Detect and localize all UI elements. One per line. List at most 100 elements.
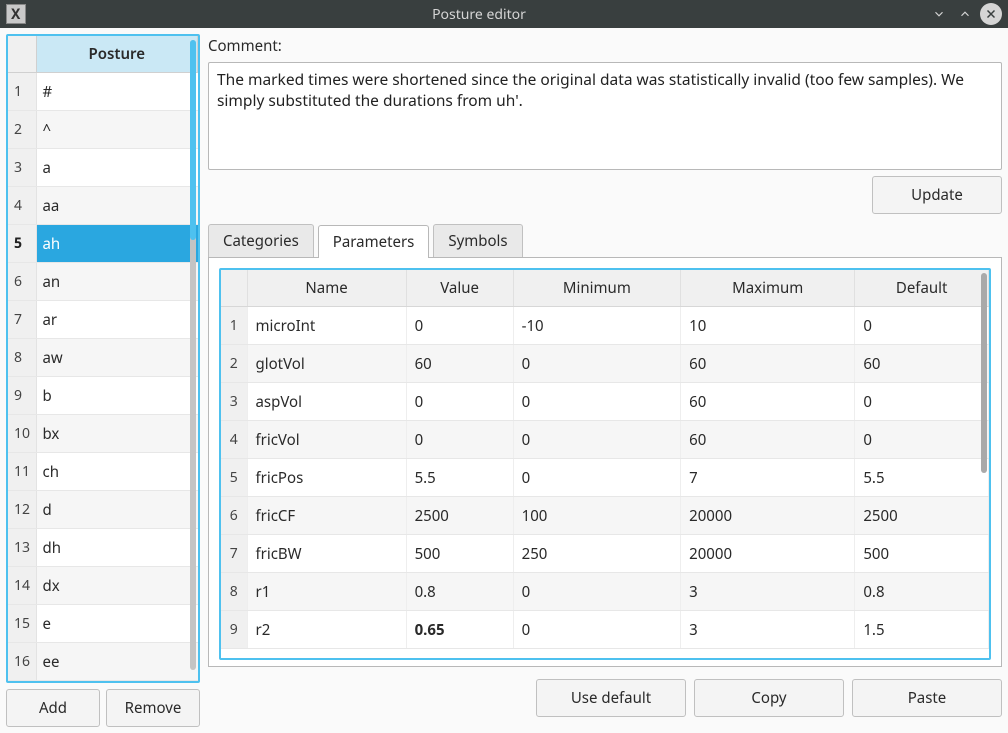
posture-row[interactable]: 2^ <box>8 111 198 149</box>
posture-row-name[interactable]: a <box>36 149 198 187</box>
param-cell-min[interactable]: 250 <box>513 535 681 573</box>
tab-symbols[interactable]: Symbols <box>433 224 522 257</box>
param-cell-max[interactable]: 3 <box>681 573 855 611</box>
paste-button[interactable]: Paste <box>852 679 1002 717</box>
param-cell-name[interactable]: fricCF <box>247 497 406 535</box>
posture-row[interactable]: 10bx <box>8 415 198 453</box>
param-row[interactable]: 7fricBW50025020000500 <box>221 535 989 573</box>
param-cell-name[interactable]: r1 <box>247 573 406 611</box>
parameter-table[interactable]: Name Value Minimum Maximum Default 1micr… <box>219 268 991 660</box>
param-cell-min[interactable]: 0 <box>513 611 681 649</box>
param-cell-default[interactable]: 1.5 <box>855 611 989 649</box>
param-cell-value[interactable]: 500 <box>406 535 513 573</box>
posture-row[interactable]: 13dh <box>8 529 198 567</box>
param-cell-min[interactable]: 0 <box>513 421 681 459</box>
posture-row[interactable]: 1# <box>8 73 198 111</box>
posture-row-name[interactable]: e <box>36 605 198 643</box>
param-cell-default[interactable]: 500 <box>855 535 989 573</box>
param-cell-name[interactable]: glotVol <box>247 345 406 383</box>
param-cell-max[interactable]: 60 <box>681 421 855 459</box>
param-cell-value[interactable]: 0.65 <box>406 611 513 649</box>
tab-parameters[interactable]: Parameters <box>318 225 430 258</box>
posture-row-name[interactable]: ee <box>36 643 198 681</box>
param-cell-max[interactable]: 10 <box>681 307 855 345</box>
posture-row[interactable]: 5ah <box>8 225 198 263</box>
posture-row[interactable]: 15e <box>8 605 198 643</box>
param-cell-default[interactable]: 2500 <box>855 497 989 535</box>
param-row[interactable]: 9r20.65031.5 <box>221 611 989 649</box>
param-cell-max[interactable]: 7 <box>681 459 855 497</box>
posture-scrollbar[interactable] <box>190 40 196 670</box>
remove-button[interactable]: Remove <box>106 689 200 727</box>
param-cell-name[interactable]: r2 <box>247 611 406 649</box>
param-cell-max[interactable]: 20000 <box>681 535 855 573</box>
param-cell-value[interactable]: 0 <box>406 383 513 421</box>
posture-row[interactable]: 6an <box>8 263 198 301</box>
param-cell-min[interactable]: 100 <box>513 497 681 535</box>
posture-row-name[interactable]: # <box>36 73 198 111</box>
posture-row[interactable]: 3a <box>8 149 198 187</box>
posture-row-name[interactable]: d <box>36 491 198 529</box>
posture-row-name[interactable]: ch <box>36 453 198 491</box>
comment-input[interactable] <box>208 62 1002 170</box>
use-default-button[interactable]: Use default <box>536 679 686 717</box>
minimize-button[interactable] <box>928 3 950 25</box>
posture-row-name[interactable]: b <box>36 377 198 415</box>
param-cell-default[interactable]: 5.5 <box>855 459 989 497</box>
posture-row-name[interactable]: ar <box>36 301 198 339</box>
param-row[interactable]: 5fricPos5.5075.5 <box>221 459 989 497</box>
posture-row[interactable]: 14dx <box>8 567 198 605</box>
posture-row-name[interactable]: aw <box>36 339 198 377</box>
param-cell-min[interactable]: 0 <box>513 345 681 383</box>
param-cell-name[interactable]: fricVol <box>247 421 406 459</box>
param-cell-name[interactable]: aspVol <box>247 383 406 421</box>
param-cell-max[interactable]: 3 <box>681 611 855 649</box>
param-cell-value[interactable]: 2500 <box>406 497 513 535</box>
param-cell-value[interactable]: 0 <box>406 307 513 345</box>
posture-row-name[interactable]: dx <box>36 567 198 605</box>
param-cell-min[interactable]: 0 <box>513 459 681 497</box>
maximize-button[interactable] <box>954 3 976 25</box>
posture-row-name[interactable]: ah <box>36 225 198 263</box>
param-scrollbar-thumb[interactable] <box>981 273 987 473</box>
posture-row[interactable]: 9b <box>8 377 198 415</box>
param-cell-default[interactable]: 60 <box>855 345 989 383</box>
param-cell-max[interactable]: 60 <box>681 383 855 421</box>
param-cell-min[interactable]: 0 <box>513 383 681 421</box>
tab-categories[interactable]: Categories <box>208 224 314 257</box>
param-cell-name[interactable]: fricBW <box>247 535 406 573</box>
close-button[interactable] <box>980 3 1002 25</box>
posture-row[interactable]: 16ee <box>8 643 198 681</box>
posture-row[interactable]: 8aw <box>8 339 198 377</box>
param-cell-default[interactable]: 0 <box>855 307 989 345</box>
posture-row-name[interactable]: dh <box>36 529 198 567</box>
posture-row-name[interactable]: bx <box>36 415 198 453</box>
param-cell-default[interactable]: 0 <box>855 383 989 421</box>
param-cell-default[interactable]: 0.8 <box>855 573 989 611</box>
posture-row[interactable]: 7ar <box>8 301 198 339</box>
param-row[interactable]: 6fricCF2500100200002500 <box>221 497 989 535</box>
param-cell-value[interactable]: 5.5 <box>406 459 513 497</box>
add-button[interactable]: Add <box>6 689 100 727</box>
param-cell-max[interactable]: 20000 <box>681 497 855 535</box>
posture-table[interactable]: Posture 1#2^3a4aa5ah6an7ar8aw9b10bx11ch1… <box>6 34 200 683</box>
copy-button[interactable]: Copy <box>694 679 844 717</box>
param-cell-value[interactable]: 0 <box>406 421 513 459</box>
update-button[interactable]: Update <box>872 176 1002 214</box>
posture-row-name[interactable]: aa <box>36 187 198 225</box>
param-row[interactable]: 4fricVol00600 <box>221 421 989 459</box>
posture-row[interactable]: 4aa <box>8 187 198 225</box>
param-cell-min[interactable]: 0 <box>513 573 681 611</box>
posture-row-name[interactable]: an <box>36 263 198 301</box>
param-cell-default[interactable]: 0 <box>855 421 989 459</box>
posture-row[interactable]: 11ch <box>8 453 198 491</box>
posture-row[interactable]: 12d <box>8 491 198 529</box>
param-cell-name[interactable]: microInt <box>247 307 406 345</box>
param-cell-min[interactable]: -10 <box>513 307 681 345</box>
param-cell-value[interactable]: 0.8 <box>406 573 513 611</box>
param-cell-value[interactable]: 60 <box>406 345 513 383</box>
param-cell-name[interactable]: fricPos <box>247 459 406 497</box>
param-row[interactable]: 1microInt0-10100 <box>221 307 989 345</box>
param-row[interactable]: 3aspVol00600 <box>221 383 989 421</box>
param-scrollbar[interactable] <box>981 273 987 643</box>
